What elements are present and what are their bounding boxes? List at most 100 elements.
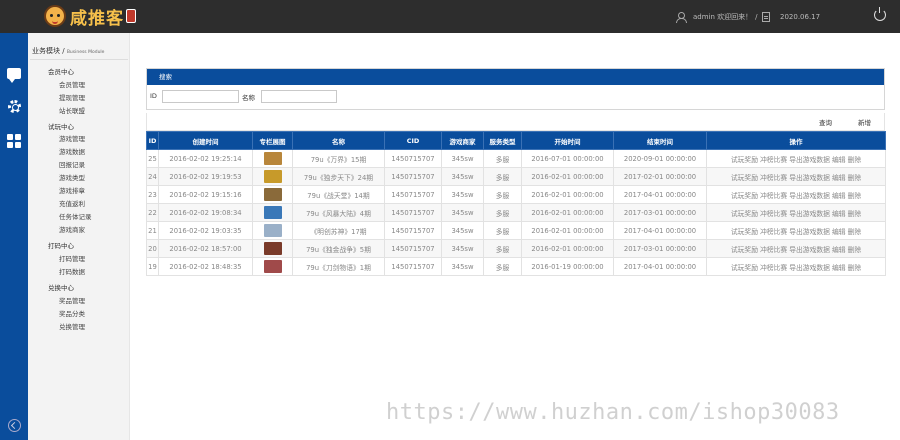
export-data-link[interactable]: 导出游戏数据 bbox=[789, 246, 830, 254]
col-thumb[interactable]: 专栏展图 bbox=[252, 131, 293, 150]
edit-link[interactable]: 编辑 bbox=[832, 246, 846, 254]
query-button[interactable]: 查询 bbox=[819, 117, 832, 127]
date-text: 2020.06.17 bbox=[780, 12, 821, 21]
collapse-button[interactable] bbox=[0, 411, 28, 439]
row-id: 23 bbox=[146, 185, 159, 204]
col-cid[interactable]: CID bbox=[384, 131, 442, 150]
edit-link[interactable]: 编辑 bbox=[832, 228, 846, 236]
icon-bar bbox=[0, 33, 28, 440]
trial-reward-link[interactable]: 试玩奖励 bbox=[731, 246, 758, 254]
trial-reward-link[interactable]: 试玩奖励 bbox=[731, 228, 758, 236]
group-member-center[interactable]: 会员中心 bbox=[48, 66, 74, 76]
delete-link[interactable]: 删除 bbox=[848, 192, 862, 200]
edit-link[interactable]: 编辑 bbox=[832, 192, 846, 200]
rank-contest-link[interactable]: 冲榜比赛 bbox=[760, 192, 787, 200]
id-input[interactable] bbox=[162, 90, 239, 103]
col-start[interactable]: 开始时间 bbox=[521, 131, 614, 150]
game-thumbnail[interactable] bbox=[263, 224, 282, 237]
row-start: 2016-02-01 00:00:00 bbox=[521, 203, 614, 222]
logo[interactable]: 咸推客 bbox=[44, 4, 136, 29]
export-data-link[interactable]: 导出游戏数据 bbox=[789, 192, 830, 200]
add-button[interactable]: 新增 bbox=[858, 117, 871, 127]
rank-contest-link[interactable]: 冲榜比赛 bbox=[760, 174, 787, 182]
group-exchange-center[interactable]: 兑换中心 bbox=[48, 282, 74, 292]
delete-link[interactable]: 删除 bbox=[848, 174, 862, 182]
rank-contest-link[interactable]: 冲榜比赛 bbox=[760, 264, 787, 272]
sidebar-item-task-log[interactable]: 任务体记录 bbox=[59, 211, 92, 221]
sidebar-item-return-log[interactable]: 回报记录 bbox=[59, 159, 85, 169]
delete-link[interactable]: 删除 bbox=[848, 228, 862, 236]
sidebar-item-coding-data[interactable]: 打码数据 bbox=[59, 266, 85, 276]
group-coding-center[interactable]: 打码中心 bbox=[48, 240, 74, 250]
trial-reward-link[interactable]: 试玩奖励 bbox=[731, 156, 758, 164]
sidebar-item-member-manage[interactable]: 会员管理 bbox=[59, 79, 85, 89]
delete-link[interactable]: 删除 bbox=[848, 156, 862, 164]
sidebar-item-exchange-manage[interactable]: 兑换管理 bbox=[59, 321, 85, 331]
row-thumb bbox=[252, 239, 293, 258]
name-input[interactable] bbox=[261, 90, 337, 103]
game-thumbnail[interactable] bbox=[263, 206, 282, 219]
col-created[interactable]: 创建时间 bbox=[158, 131, 253, 150]
row-cid: 1450715707 bbox=[384, 239, 442, 258]
sidebar-item-alliance[interactable]: 站长联盟 bbox=[59, 105, 85, 115]
export-data-link[interactable]: 导出游戏数据 bbox=[789, 174, 830, 182]
grid-icon bbox=[7, 134, 21, 148]
sidebar-item-recharge-rebate[interactable]: 充值返利 bbox=[59, 198, 85, 208]
row-name: 79u《独步天下》24期 bbox=[292, 167, 385, 186]
game-thumbnail[interactable] bbox=[263, 188, 282, 201]
settings-nav-button[interactable] bbox=[0, 92, 28, 120]
export-data-link[interactable]: 导出游戏数据 bbox=[789, 156, 830, 164]
rank-contest-link[interactable]: 冲榜比赛 bbox=[760, 228, 787, 236]
sidebar-item-withdraw[interactable]: 提现管理 bbox=[59, 92, 85, 102]
row-vendor: 345sw bbox=[441, 257, 484, 276]
row-service: 多服 bbox=[483, 149, 522, 168]
sidebar-item-coding-manage[interactable]: 打码管理 bbox=[59, 253, 85, 263]
col-name[interactable]: 名称 bbox=[292, 131, 385, 150]
sidebar-item-game-manage[interactable]: 游戏管理 bbox=[59, 133, 85, 143]
delete-link[interactable]: 删除 bbox=[848, 210, 862, 218]
col-id[interactable]: ID bbox=[146, 131, 159, 150]
table-row: 24 2016-02-02 19:19:53 79u《独步天下》24期 1450715… bbox=[146, 167, 886, 186]
trial-reward-link[interactable]: 试玩奖励 bbox=[731, 192, 758, 200]
sidebar-item-game-rank[interactable]: 游戏排章 bbox=[59, 185, 85, 195]
sidebar-item-game-type[interactable]: 游戏类型 bbox=[59, 172, 85, 182]
rank-contest-link[interactable]: 冲榜比赛 bbox=[760, 156, 787, 164]
export-data-link[interactable]: 导出游戏数据 bbox=[789, 264, 830, 272]
game-thumbnail[interactable] bbox=[263, 170, 282, 183]
trial-reward-link[interactable]: 试玩奖励 bbox=[731, 174, 758, 182]
row-id: 22 bbox=[146, 203, 159, 222]
rank-contest-link[interactable]: 冲榜比赛 bbox=[760, 246, 787, 254]
edit-link[interactable]: 编辑 bbox=[832, 210, 846, 218]
sidebar-item-prize-manage[interactable]: 奖品管理 bbox=[59, 295, 85, 305]
current-date: 2020.06.17 bbox=[762, 10, 820, 23]
sidebar-item-game-vendor[interactable]: 游戏商家 bbox=[59, 224, 85, 234]
edit-link[interactable]: 编辑 bbox=[832, 264, 846, 272]
sidebar-item-prize-category[interactable]: 奖品分类 bbox=[59, 308, 85, 318]
sidebar-item-game-data[interactable]: 游戏数据 bbox=[59, 146, 85, 156]
col-service[interactable]: 服务类型 bbox=[483, 131, 522, 150]
row-service: 多服 bbox=[483, 221, 522, 240]
game-thumbnail[interactable] bbox=[263, 242, 282, 255]
row-start: 2016-02-01 00:00:00 bbox=[521, 167, 614, 186]
col-actions[interactable]: 操作 bbox=[706, 131, 886, 150]
export-data-link[interactable]: 导出游戏数据 bbox=[789, 210, 830, 218]
rank-contest-link[interactable]: 冲榜比赛 bbox=[760, 210, 787, 218]
logout-power-icon[interactable] bbox=[874, 7, 886, 21]
edit-link[interactable]: 编辑 bbox=[832, 156, 846, 164]
edit-link[interactable]: 编辑 bbox=[832, 174, 846, 182]
trial-reward-link[interactable]: 试玩奖励 bbox=[731, 264, 758, 272]
col-vendor[interactable]: 游戏商家 bbox=[441, 131, 484, 150]
trial-reward-link[interactable]: 试玩奖励 bbox=[731, 210, 758, 218]
delete-link[interactable]: 删除 bbox=[848, 264, 862, 272]
delete-link[interactable]: 删除 bbox=[848, 246, 862, 254]
row-id: 20 bbox=[146, 239, 159, 258]
table-row: 22 2016-02-02 19:08:34 79u《风暴大陆》4期 14507157… bbox=[146, 203, 886, 222]
col-end[interactable]: 结束时间 bbox=[613, 131, 707, 150]
user-icon bbox=[676, 11, 687, 23]
export-data-link[interactable]: 导出游戏数据 bbox=[789, 228, 830, 236]
messages-nav-button[interactable] bbox=[0, 59, 28, 87]
game-thumbnail[interactable] bbox=[263, 152, 282, 165]
group-trial-center[interactable]: 试玩中心 bbox=[48, 121, 74, 131]
modules-nav-button[interactable] bbox=[0, 127, 28, 155]
game-thumbnail[interactable] bbox=[263, 260, 282, 273]
